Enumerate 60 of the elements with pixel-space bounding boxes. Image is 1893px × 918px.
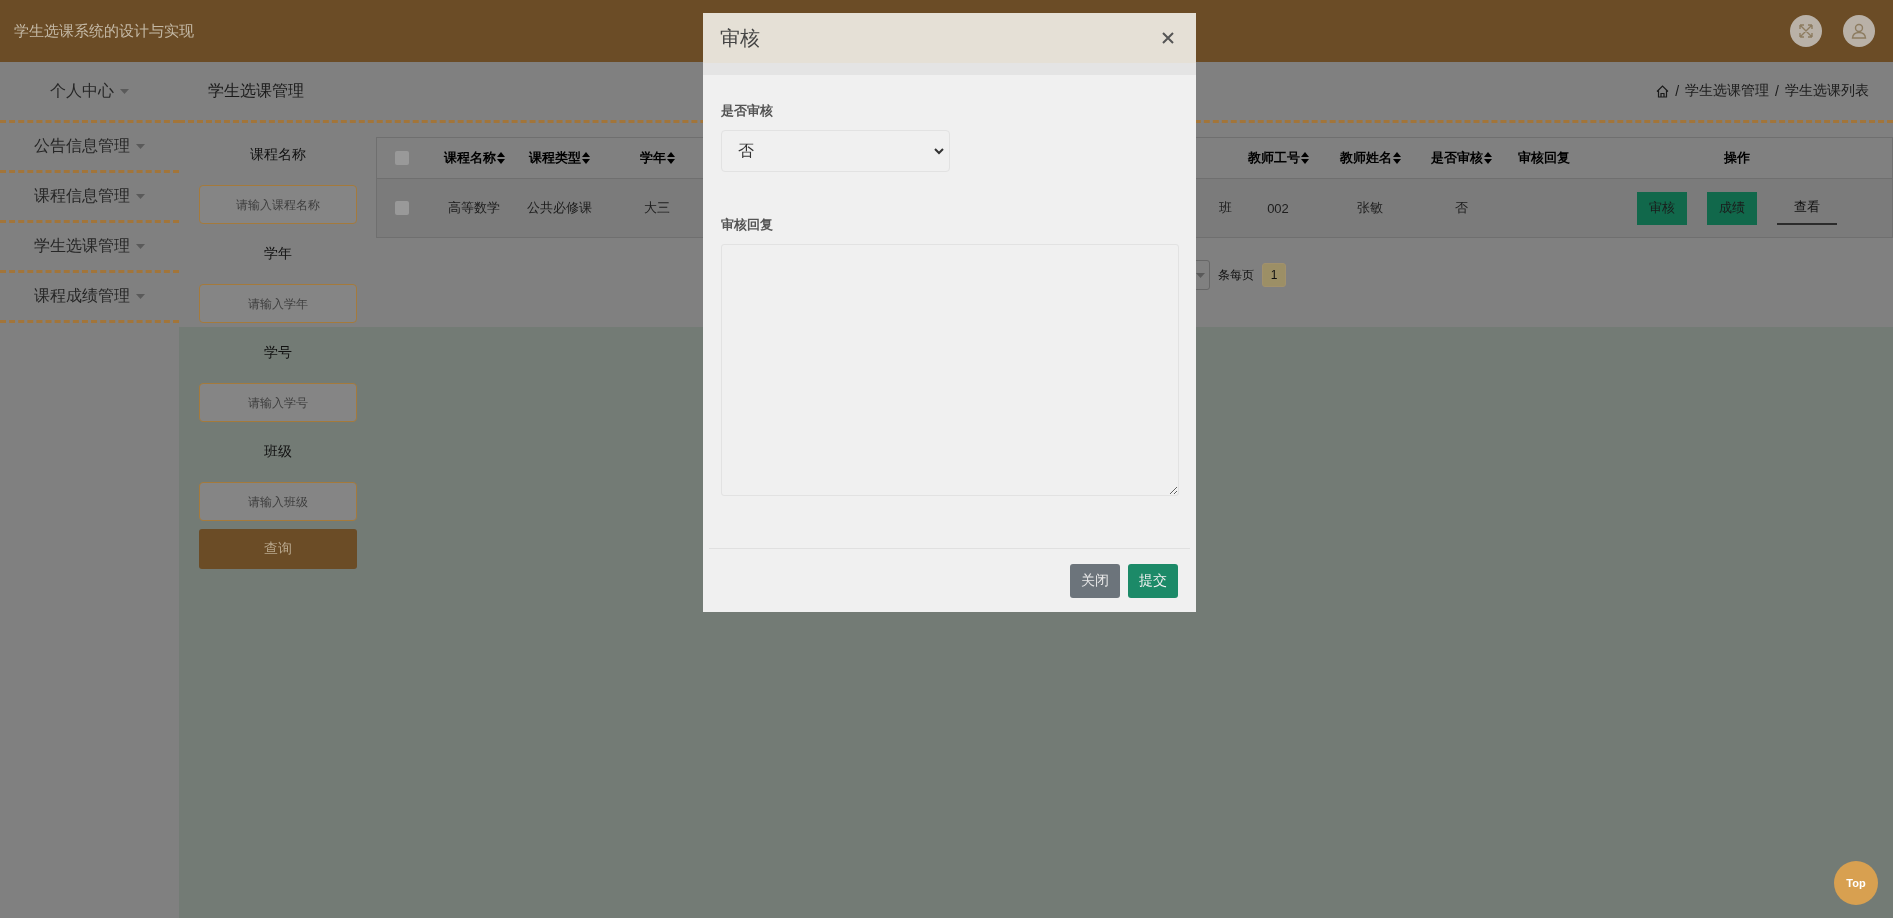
breadcrumb-separator: / xyxy=(1775,83,1779,99)
user-icon[interactable] xyxy=(1843,15,1875,47)
column-header[interactable]: 教师姓名 xyxy=(1324,149,1416,167)
close-button[interactable]: 关闭 xyxy=(1070,564,1120,598)
field-label: 审核回复 xyxy=(721,216,774,234)
breadcrumb-item[interactable]: 学生选课列表 xyxy=(1785,82,1869,100)
caret-icon xyxy=(136,144,145,149)
column-header[interactable]: 是否审核 xyxy=(1416,149,1506,167)
search-label: 班级 xyxy=(263,442,292,461)
search-field[interactable]: 请输入课程名称 xyxy=(198,185,357,224)
table-cell-text: 高等数学 xyxy=(447,199,501,217)
column-header[interactable]: 课程类型 xyxy=(521,149,597,167)
caret-icon xyxy=(136,244,145,249)
breadcrumb-separator: / xyxy=(1675,83,1680,99)
home-icon[interactable] xyxy=(1656,84,1670,98)
table-cell-text: 班 xyxy=(1218,199,1232,217)
sort-icon[interactable] xyxy=(496,152,505,164)
table-cell-text: 大三 xyxy=(643,199,671,217)
column-header[interactable]: 审核回复 xyxy=(1506,149,1582,167)
app-title: 学生选课系统的设计与实现 xyxy=(14,21,194,41)
sort-icon[interactable] xyxy=(1300,152,1309,164)
column-header[interactable]: 课程名称 xyxy=(427,149,521,167)
table-cell-text: 002 xyxy=(1266,200,1290,216)
table-cell-text: 公共必修课 xyxy=(525,199,593,217)
action-button[interactable]: 审核 xyxy=(1637,191,1687,225)
sort-icon[interactable] xyxy=(581,152,590,164)
field-label: 是否审核 xyxy=(721,102,774,120)
page-button[interactable]: 1 xyxy=(1262,263,1286,287)
sort-icon[interactable] xyxy=(666,152,675,164)
per-page-label: 条每页 xyxy=(1218,266,1254,284)
search-label: 学年 xyxy=(263,244,292,263)
search-field[interactable]: 请输入学年 xyxy=(198,284,357,323)
page-title: 学生选课管理 xyxy=(208,80,304,101)
table-cell-text: 否 xyxy=(1453,199,1469,217)
caret-icon xyxy=(136,194,145,199)
search-label: 学号 xyxy=(263,343,292,362)
search-field[interactable]: 请输入班级 xyxy=(198,482,357,521)
sort-icon[interactable] xyxy=(1483,152,1492,164)
sort-icon[interactable] xyxy=(1392,152,1401,164)
select-all-checkbox[interactable] xyxy=(395,151,409,165)
action-button[interactable]: 成绩 xyxy=(1707,191,1757,225)
column-header[interactable]: 学年 xyxy=(597,149,717,167)
sidebar-item[interactable]: 个人中心 xyxy=(0,62,179,123)
table-cell-text: 张敏 xyxy=(1356,199,1384,217)
breadcrumb-item[interactable]: 学生选课管理 xyxy=(1685,82,1770,100)
chevron-icon xyxy=(934,147,944,155)
search-label: 课程名称 xyxy=(249,145,306,164)
column-header[interactable]: 操作 xyxy=(1582,149,1892,167)
caret-icon xyxy=(120,88,129,94)
caret-icon xyxy=(136,294,145,299)
submit-button[interactable]: 提交 xyxy=(1128,564,1178,598)
fullscreen-icon[interactable] xyxy=(1790,15,1822,47)
row-checkbox[interactable] xyxy=(395,201,409,215)
review-select[interactable]: 否 xyxy=(721,130,950,172)
dialog-title: 审核 xyxy=(720,25,760,51)
search-field[interactable]: 请输入学号 xyxy=(198,383,357,422)
view-link[interactable]: 查看 xyxy=(1777,191,1837,225)
caret-icon xyxy=(1196,272,1205,278)
column-header[interactable]: 教师工号 xyxy=(1232,149,1324,167)
search-button[interactable]: 查询 xyxy=(198,529,357,569)
